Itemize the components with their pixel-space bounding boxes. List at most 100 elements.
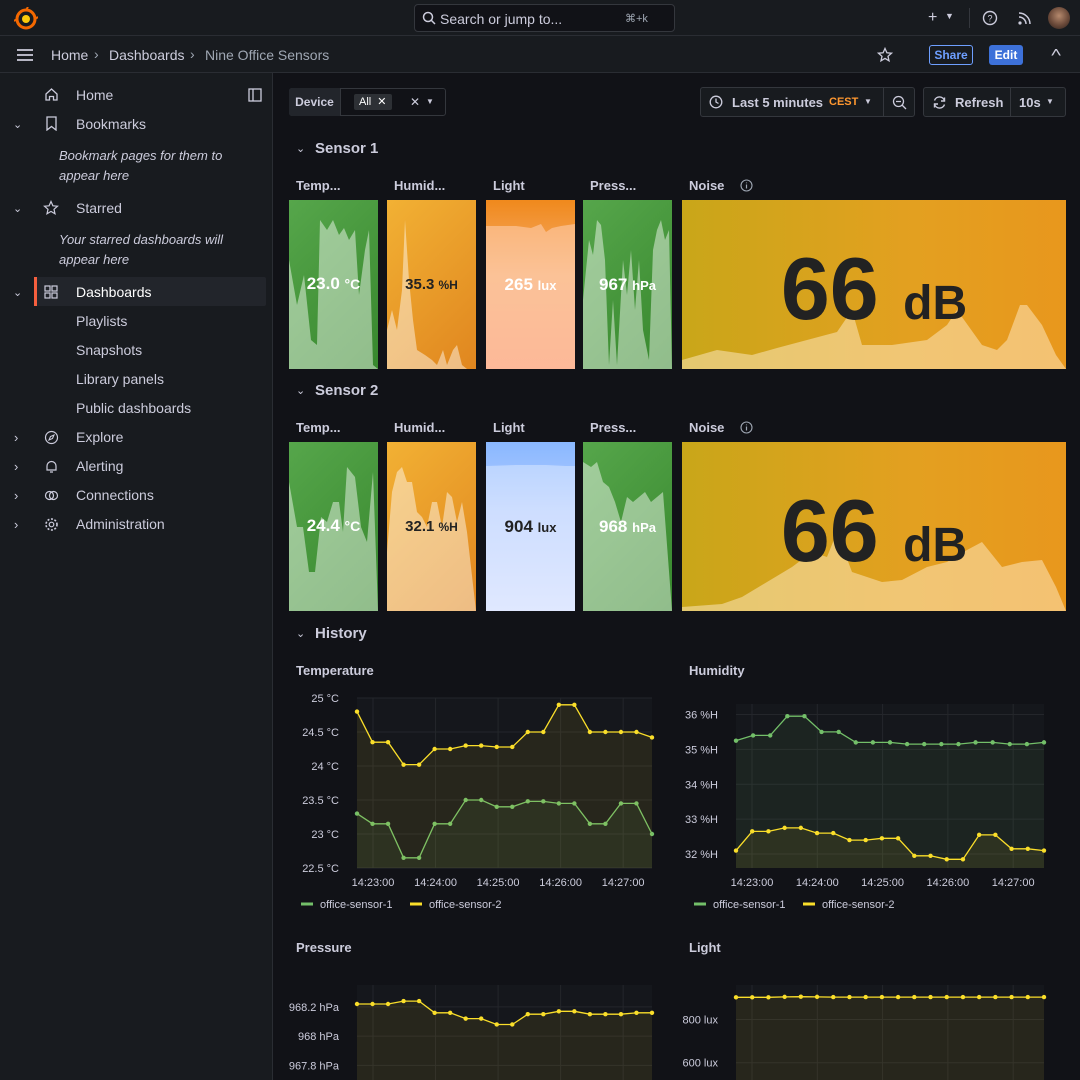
search-input[interactable]: Search or jump to... ⌘+k [414, 4, 675, 32]
chevron-down-icon[interactable]: ▼ [945, 11, 954, 21]
panel-title-noise[interactable]: Noise [689, 420, 724, 435]
grafana-logo-icon[interactable] [14, 7, 38, 31]
light-chart[interactable]: 800 lux 600 lux [682, 975, 1067, 1080]
sidebar-item-bookmarks[interactable]: Bookmarks [76, 116, 146, 140]
edit-button[interactable]: Edit [989, 45, 1023, 65]
data-point [1025, 846, 1030, 852]
panel-title-pressure[interactable]: Press... [590, 420, 636, 435]
chevron-right-icon[interactable]: › [14, 488, 18, 503]
sidebar-item-connections[interactable]: Connections [76, 487, 154, 511]
chevron-down-icon[interactable]: ⌄ [13, 202, 22, 215]
menu-icon[interactable] [16, 48, 34, 62]
panel-title-temperature[interactable]: Temp... [296, 178, 341, 193]
sidebar-item-explore[interactable]: Explore [76, 429, 123, 453]
x-tick-label: 14:23:00 [731, 877, 774, 889]
sidebar-item-alerting[interactable]: Alerting [76, 458, 123, 482]
panel-title-temperature[interactable]: Temp... [296, 420, 341, 435]
chevron-up-icon[interactable]: ˄ [1050, 44, 1061, 60]
sidebar-item-starred[interactable]: Starred [76, 200, 122, 224]
sidebar-item-administration[interactable]: Administration [76, 516, 165, 540]
panel-title-humidity[interactable]: Humid... [394, 420, 445, 435]
chart-title-light[interactable]: Light [689, 940, 721, 955]
data-point [870, 740, 876, 745]
data-point [733, 995, 739, 1000]
data-point [401, 762, 406, 767]
help-icon[interactable]: ? [982, 10, 998, 26]
chevron-down-icon[interactable]: ⌄ [13, 118, 22, 131]
chevron-down-icon[interactable]: ⌄ [13, 286, 22, 299]
stat-panel-pressure[interactable]: 968 hPa [583, 442, 672, 611]
humidity-chart[interactable]: 36 %H 35 %H 34 %H 33 %H 32 %H 14:23:00 14:24:0… [682, 690, 1067, 915]
breadcrumb-home[interactable]: Home [51, 47, 88, 63]
refresh-icon[interactable] [932, 95, 947, 110]
device-value-chip[interactable]: All ✕ [354, 94, 392, 110]
data-point [447, 746, 453, 752]
home-icon [45, 88, 58, 101]
news-feed-icon[interactable] [1017, 10, 1033, 26]
y-tick-label: 36 %H [685, 709, 718, 721]
share-button[interactable]: Share [929, 45, 973, 65]
dock-sidebar-icon[interactable] [248, 88, 262, 102]
stat-panel-humidity[interactable]: 35.3 %H [387, 200, 476, 369]
chevron-down-icon[interactable]: ▼ [426, 97, 434, 106]
sidebar-item-playlists[interactable]: Playlists [76, 313, 127, 337]
panel-title-noise[interactable]: Noise [689, 178, 724, 193]
panel-title-light[interactable]: Light [493, 178, 525, 193]
breadcrumb-dashboards[interactable]: Dashboards [109, 47, 185, 63]
data-point [510, 744, 515, 750]
chevron-right-icon[interactable]: › [14, 459, 18, 474]
chevron-right-icon[interactable]: › [14, 517, 18, 532]
data-point [479, 743, 484, 748]
stat-panel-noise[interactable]: 66 dB [682, 200, 1066, 369]
sidebar-item-snapshots[interactable]: Snapshots [76, 342, 142, 366]
chevron-down-icon[interactable]: ⌄ [296, 142, 305, 155]
chart-title-humidity[interactable]: Humidity [689, 663, 745, 678]
stat-panel-temperature[interactable]: 23.0 °C [289, 200, 378, 369]
add-icon[interactable]: + [928, 9, 937, 27]
breadcrumb-separator-icon: › [94, 46, 99, 62]
y-tick-label: 25 °C [311, 693, 339, 705]
stat-panel-humidity[interactable]: 32.1 %H [387, 442, 476, 611]
starred-note-line: appear here [59, 252, 130, 267]
legend-label: office-sensor-2 [429, 899, 502, 911]
zoom-out-icon[interactable] [892, 95, 907, 110]
x-tick-label: 14:27:00 [992, 877, 1035, 889]
chart-title-pressure[interactable]: Pressure [296, 940, 352, 955]
stat-panel-light[interactable]: 265 lux [486, 200, 575, 369]
refresh-button[interactable]: Refresh [955, 95, 1003, 110]
chevron-right-icon[interactable]: › [14, 430, 18, 445]
user-avatar[interactable] [1048, 7, 1070, 29]
panel-title-humidity[interactable]: Humid... [394, 178, 445, 193]
panel-title-light[interactable]: Light [493, 420, 525, 435]
remove-icon[interactable]: ✕ [377, 96, 386, 108]
pressure-chart[interactable]: 968.2 hPa 968 hPa 967.8 hPa [289, 975, 669, 1080]
stat-panel-light[interactable]: 904 lux [486, 442, 575, 611]
stat-panel-noise[interactable]: 66 dB [682, 442, 1066, 611]
info-icon[interactable] [740, 179, 753, 192]
stat-value: 24.4 °C [306, 516, 361, 535]
row-title-history[interactable]: History [315, 625, 367, 642]
data-point [956, 741, 961, 747]
data-point [587, 729, 593, 735]
sidebar-item-library-panels[interactable]: Library panels [76, 371, 164, 395]
sidebar-item-public-dashboards[interactable]: Public dashboards [76, 400, 191, 424]
chart-title-temperature[interactable]: Temperature [296, 663, 374, 678]
panel-title-pressure[interactable]: Press... [590, 178, 636, 193]
stat-panel-pressure[interactable]: 967 hPa [583, 200, 672, 369]
row-title-sensor-1[interactable]: Sensor 1 [315, 140, 378, 157]
chevron-down-icon[interactable]: ⌄ [296, 384, 305, 397]
temperature-chart[interactable]: 25 °C 24.5 °C 24 °C 23.5 °C 23 °C 22.5 °C 14:2… [289, 690, 669, 915]
sidebar-item-dashboards[interactable]: Dashboards [76, 284, 152, 308]
chevron-down-icon[interactable]: ⌄ [296, 627, 305, 640]
clear-icon[interactable]: ✕ [410, 95, 420, 109]
data-point [432, 1010, 437, 1015]
row-title-sensor-2[interactable]: Sensor 2 [315, 382, 378, 399]
sidebar-item-home[interactable]: Home [76, 87, 113, 111]
chevron-down-icon[interactable]: ▼ [864, 97, 872, 106]
refresh-interval[interactable]: 10s [1019, 95, 1041, 110]
chevron-down-icon[interactable]: ▼ [1046, 97, 1054, 106]
info-icon[interactable] [740, 421, 753, 434]
data-point [976, 832, 982, 838]
stat-panel-temperature[interactable]: 24.4 °C [289, 442, 378, 611]
star-icon[interactable] [877, 47, 893, 63]
